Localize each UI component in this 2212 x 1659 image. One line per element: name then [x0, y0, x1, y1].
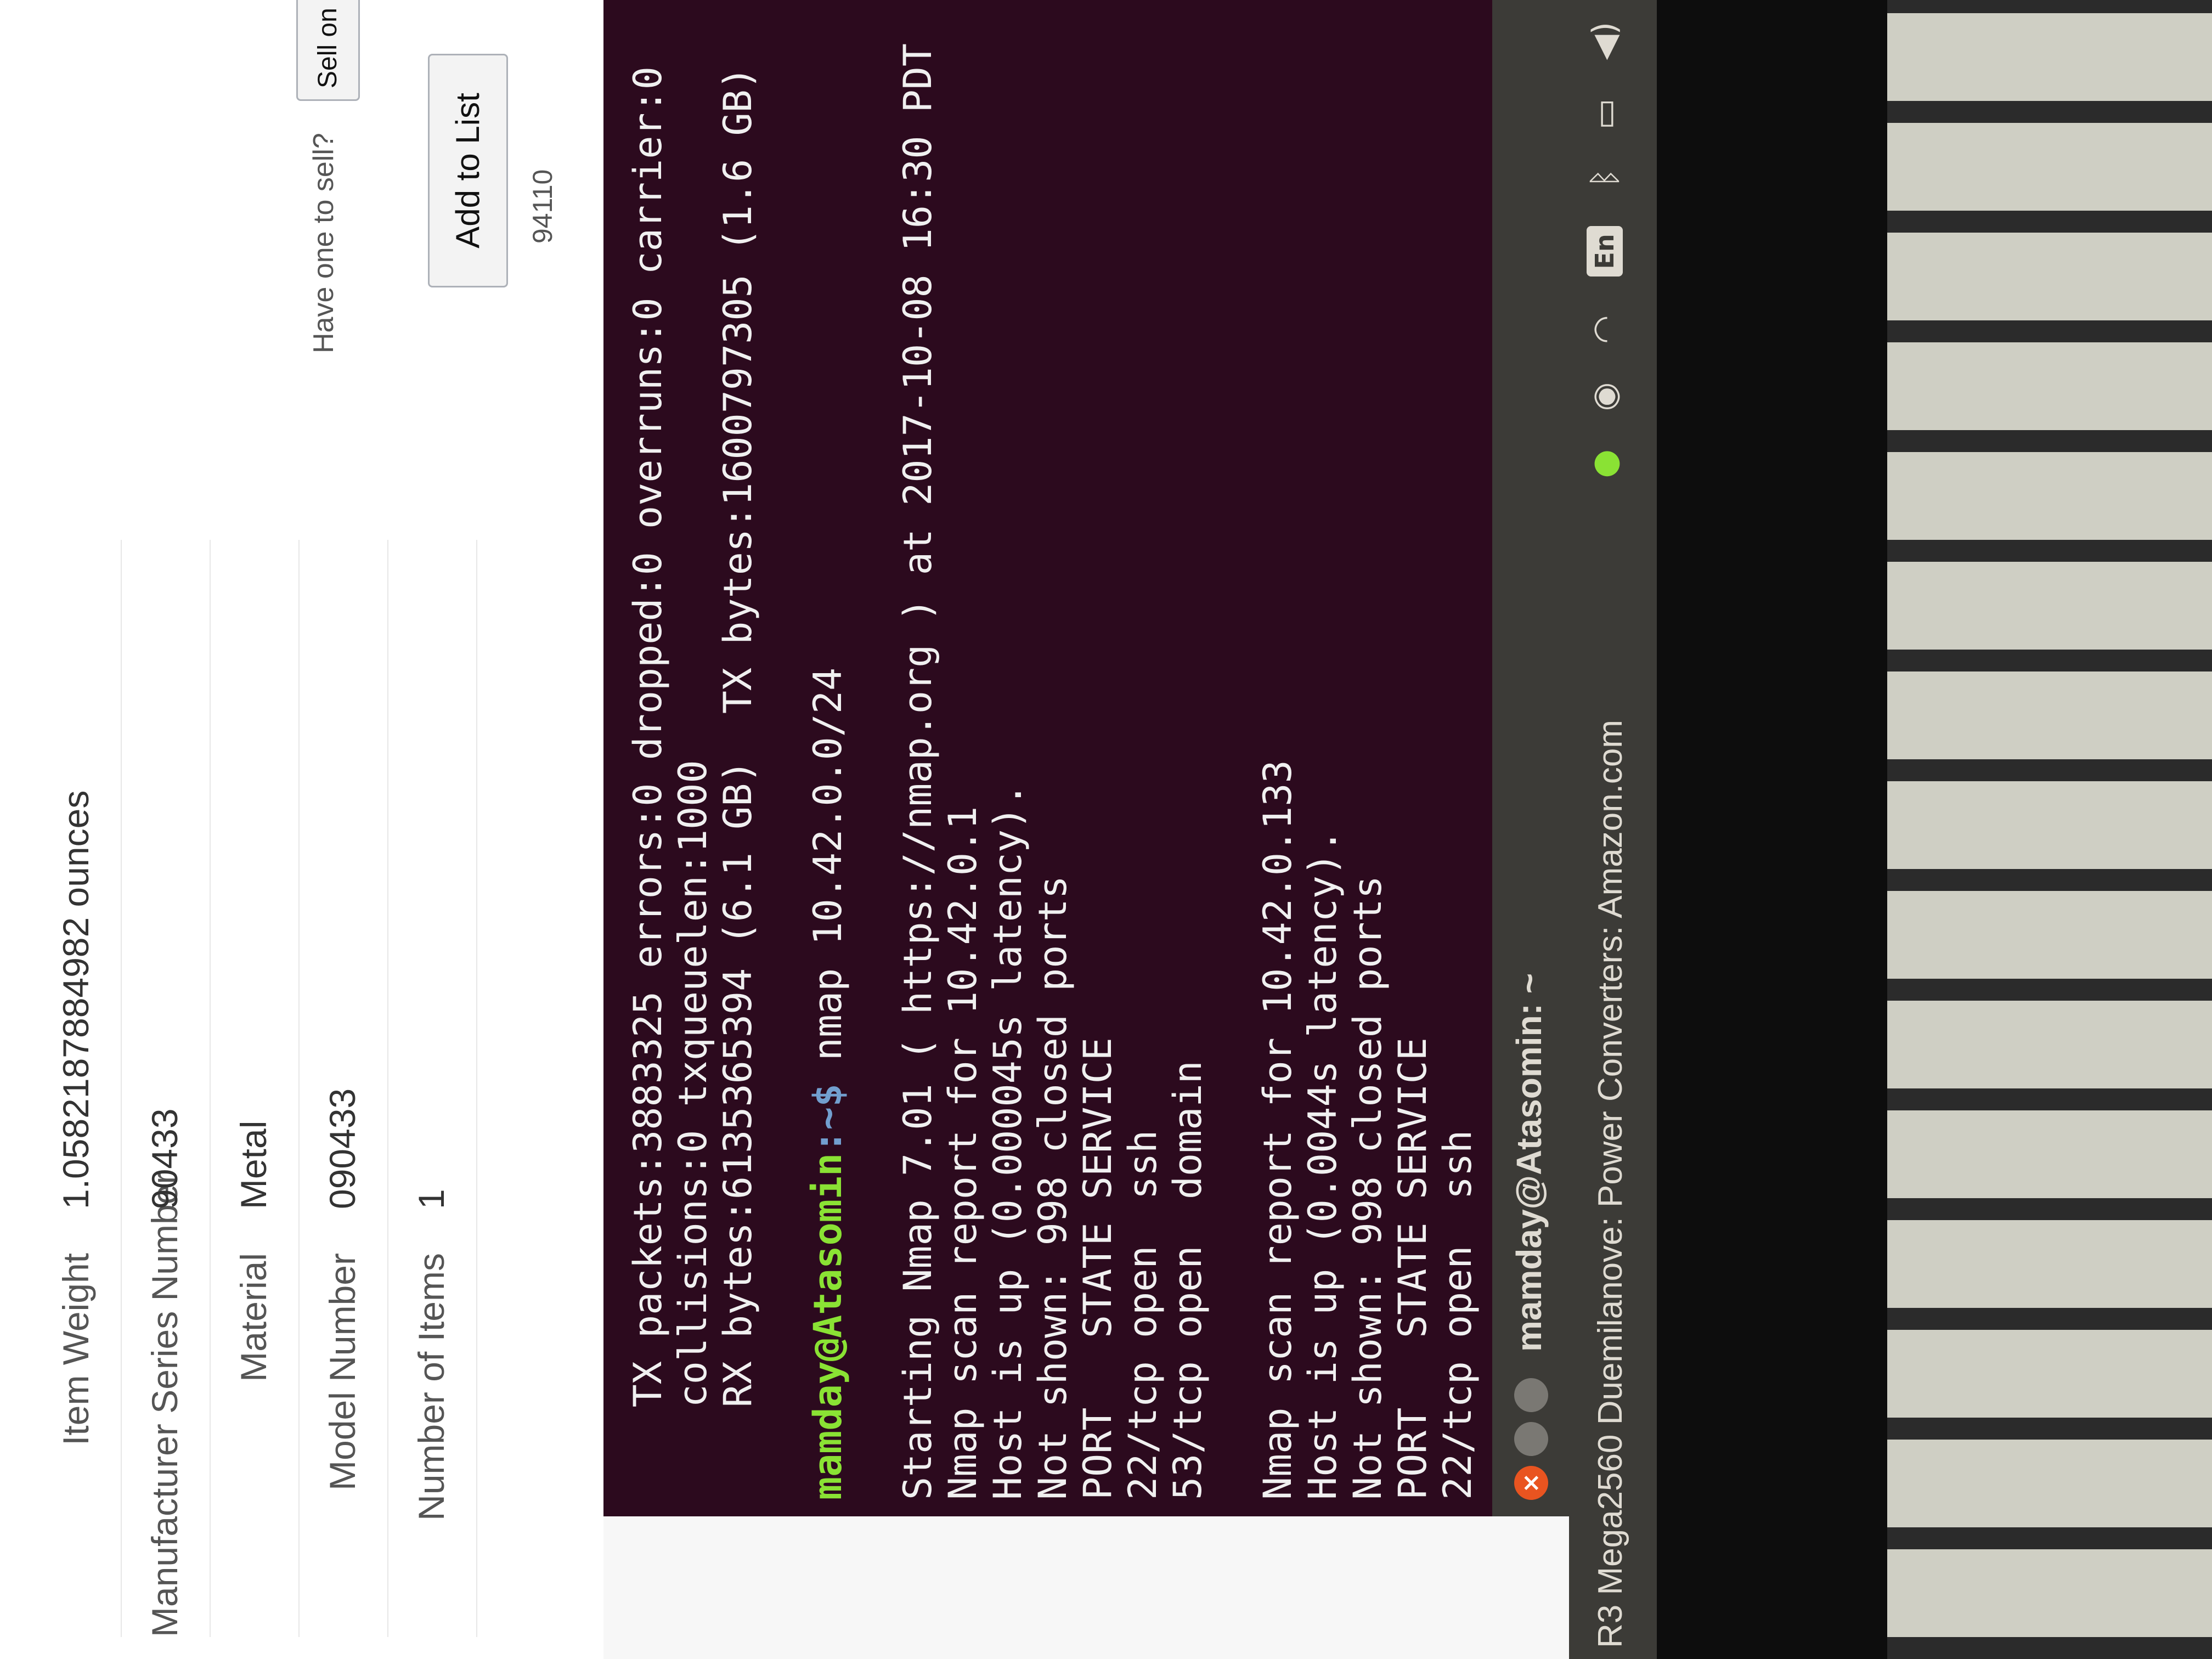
- terminal-output-line: 22/tcp open ssh: [1435, 1130, 1480, 1500]
- skype-icon[interactable]: ●: [1585, 449, 1624, 478]
- terminal-output-line: Starting Nmap 7.01 ( https://nmap.org ) …: [895, 43, 940, 1500]
- spec-row: Material Metal: [211, 540, 300, 1637]
- terminal-output-line: 53/tcp open domain: [1165, 1060, 1210, 1500]
- terminal-output-line: 22/tcp open ssh: [1120, 1130, 1165, 1500]
- active-window-title: R3 Mega2560 Duemilanove: Power Converter…: [1592, 719, 1629, 1648]
- product-spec-table: Item Weight 1.0582187884982 ounces Manufac…: [33, 540, 477, 1637]
- terminal-output-line: collisions:0 txqueuelen:1000: [670, 760, 715, 1500]
- sell-on-amazon-button[interactable]: Sell on: [296, 0, 360, 101]
- system-tray: ● ◉ ◠ En ᛒ ▭ ◀): [1585, 22, 1624, 478]
- monitor-bezel: [1657, 0, 1887, 1659]
- spec-row: Manufacturer Series Number 90433: [122, 540, 211, 1637]
- terminal-output-line: TX packets:3883325 errors:0 dropped:0 ov…: [625, 66, 670, 1500]
- terminal-output-line: PORT STATE SERVICE: [1390, 1037, 1435, 1500]
- terminal-output-line: PORT STATE SERVICE: [1075, 1037, 1120, 1500]
- terminal-prompt-line: mamday@Atasomin:~$ nmap 10.42.0.0/24: [805, 0, 850, 1500]
- top-panel: R3 Mega2560 Duemilanove: Power Converter…: [1569, 0, 1657, 1659]
- close-window-button[interactable]: ×: [1514, 1466, 1548, 1500]
- wifi-icon[interactable]: ◠: [1585, 315, 1624, 343]
- battery-icon[interactable]: ▭: [1585, 99, 1624, 130]
- terminal-titlebar[interactable]: × mamday@Atasomin: ~: [1492, 0, 1569, 1516]
- spec-key: Manufacturer Series Number: [144, 1172, 185, 1637]
- terminal-output-line: Nmap scan report for 10.42.0.1: [940, 806, 985, 1500]
- terminal-output-line: 80/tcp open http: [1480, 1107, 1481, 1500]
- terminal-output-line: Not shown: 998 closed ports: [1345, 876, 1390, 1500]
- spec-key: Item Weight: [55, 1253, 96, 1446]
- keyboard-layout-indicator[interactable]: En: [1587, 226, 1623, 277]
- amazon-product-page: Item Weight 1.0582187884982 ounces Manufac…: [0, 0, 603, 1659]
- spec-value: 090433: [322, 1088, 363, 1209]
- spec-key: Number of Items: [411, 1253, 452, 1521]
- terminal-output-line: [850, 0, 895, 1500]
- spec-value: 1.0582187884982 ounces: [55, 790, 96, 1209]
- bluetooth-icon[interactable]: ᛒ: [1585, 168, 1624, 188]
- prompt-command: nmap 10.42.0.0/24: [805, 667, 850, 1084]
- desktop-screen: Item Weight 1.0582187884982 ounces Manufac…: [0, 0, 1657, 1659]
- terminal-window[interactable]: × mamday@Atasomin: ~ TX packets:3883325 …: [603, 0, 1569, 1516]
- terminal-output-line: [760, 0, 805, 1500]
- terminal-output-line: Nmap scan report for 10.42.0.133: [1255, 760, 1300, 1500]
- add-to-list-button[interactable]: Add to List: [428, 54, 508, 287]
- terminal-output-line: RX bytes:6135365394 (6.1 GB) TX bytes:16…: [715, 66, 760, 1500]
- terminal-output-line: [1210, 0, 1255, 1500]
- minimize-window-button[interactable]: [1514, 1422, 1548, 1456]
- spec-row: Item Weight 1.0582187884982 ounces: [33, 540, 122, 1637]
- prompt-user-host: mamday@Atasomin: [805, 1153, 850, 1500]
- prompt-path: :~$: [805, 1084, 850, 1153]
- terminal-title: mamday@Atasomin: ~: [1509, 973, 1549, 1352]
- spec-value: 1: [411, 1189, 452, 1209]
- terminal-output[interactable]: TX packets:3883325 errors:0 dropped:0 ov…: [625, 0, 1481, 1500]
- photo-scene: Item Weight 1.0582187884982 ounces Manufac…: [0, 0, 2212, 1659]
- have-one-to-sell-label: Have one to sell?: [308, 133, 340, 353]
- terminal-output-line: Host is up (0.000045s latency).: [985, 783, 1030, 1500]
- spec-key: Model Number: [322, 1253, 363, 1491]
- spec-value: Metal: [233, 1120, 274, 1209]
- delivery-zip-code: 94110: [527, 169, 558, 244]
- spec-row: Number of Items 1: [388, 540, 477, 1637]
- maximize-window-button[interactable]: [1514, 1378, 1548, 1412]
- terminal-output-line: Host is up (0.0044s latency).: [1300, 829, 1345, 1500]
- spec-key: Material: [233, 1253, 274, 1382]
- spec-row: Model Number 090433: [300, 540, 388, 1637]
- discord-icon[interactable]: ◉: [1585, 382, 1624, 411]
- volume-icon[interactable]: ◀): [1585, 22, 1624, 60]
- spec-value: 90433: [144, 1108, 185, 1209]
- window-blinds-background: [1887, 0, 2212, 1659]
- terminal-output-line: Not shown: 998 closed ports: [1030, 876, 1075, 1500]
